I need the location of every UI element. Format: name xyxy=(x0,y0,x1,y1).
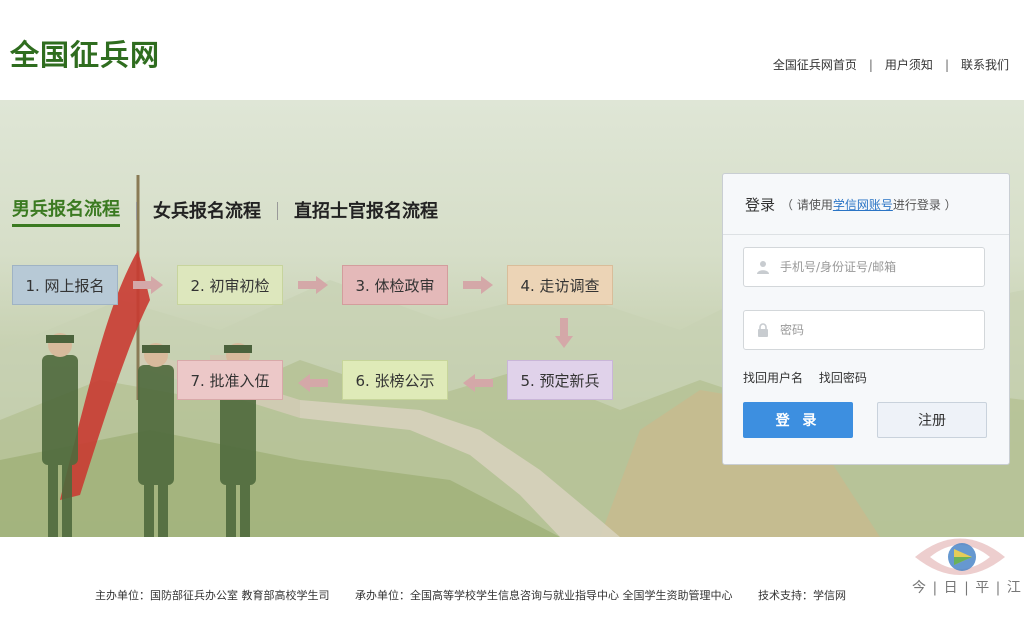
watermark-logo: 今 | 日 | 平 | 江 xyxy=(910,525,1021,605)
footer-credits: 主办单位：国防部征兵办公室 教育部高校学生司 承办单位：全国高等学校学生信息咨询… xyxy=(95,587,868,603)
step-public-notice[interactable]: 6. 张榜公示 xyxy=(342,360,448,400)
step-physical-exam[interactable]: 3. 体检政审 xyxy=(342,265,448,305)
footer-host: 主办单位：国防部征兵办公室 教育部高校学生司 xyxy=(95,589,330,602)
user-icon xyxy=(757,261,769,274)
nav-notice-link[interactable]: 用户须知 xyxy=(885,56,933,73)
lock-icon xyxy=(758,323,768,337)
arrow-right-icon xyxy=(463,276,493,294)
forgot-username-link[interactable]: 找回用户名 xyxy=(743,371,803,385)
forgot-password-link[interactable]: 找回密码 xyxy=(819,371,867,385)
nav-separator: | xyxy=(944,57,949,72)
site-logo[interactable]: 全国征兵网 xyxy=(10,32,160,74)
login-title: 登录 xyxy=(745,195,776,214)
tab-male-process[interactable]: 男兵报名流程 xyxy=(12,195,120,227)
step-preselect-recruit[interactable]: 5. 预定新兵 xyxy=(507,360,613,400)
login-button[interactable]: 登 录 xyxy=(743,402,853,438)
arrow-left-icon xyxy=(298,374,328,392)
tab-divider xyxy=(277,202,278,220)
site-header: 全国征兵网 全国征兵网首页 | 用户须知 | 联系我们 xyxy=(0,0,1024,100)
tab-female-process[interactable]: 女兵报名流程 xyxy=(153,197,261,226)
login-panel: 登录 （ 请使用 学信网账号 进行登录 ） 找回用户名 找回密码 登 录 注册 xyxy=(722,173,1010,465)
arrow-down-icon xyxy=(555,318,573,348)
site-footer: 主办单位：国防部征兵办公室 教育部高校学生司 承办单位：全国高等学校学生信息咨询… xyxy=(0,537,1024,625)
step-initial-review[interactable]: 2. 初审初检 xyxy=(177,265,283,305)
step-online-registration[interactable]: 1. 网上报名 xyxy=(12,265,118,305)
register-button[interactable]: 注册 xyxy=(877,402,987,438)
hero-banner: 男兵报名流程 女兵报名流程 直招士官报名流程 1. 网上报名 2. 初审初检 3… xyxy=(0,100,1024,537)
username-field[interactable] xyxy=(743,247,985,287)
tab-direct-nco-process[interactable]: 直招士官报名流程 xyxy=(294,197,438,226)
nav-home-link[interactable]: 全国征兵网首页 xyxy=(773,56,857,73)
registration-process-tabs: 男兵报名流程 女兵报名流程 直招士官报名流程 xyxy=(12,195,438,227)
step-approve-enlistment[interactable]: 7. 批准入伍 xyxy=(177,360,283,400)
password-field[interactable] xyxy=(743,310,985,350)
footer-tech-support: 技术支持：学信网 xyxy=(758,589,846,602)
recovery-links: 找回用户名 找回密码 xyxy=(743,369,879,386)
xuexin-account-link[interactable]: 学信网账号 xyxy=(833,196,893,213)
footer-organizer: 承办单位：全国高等学校学生信息咨询与就业指导中心 全国学生资助管理中心 xyxy=(355,589,733,602)
nav-contact-link[interactable]: 联系我们 xyxy=(961,56,1009,73)
username-input[interactable] xyxy=(778,259,972,275)
tab-divider xyxy=(136,202,137,220)
login-hint-prefix: （ 请使用 xyxy=(781,197,833,212)
nav-separator: | xyxy=(868,57,873,72)
password-input[interactable] xyxy=(778,322,972,338)
arrow-right-icon xyxy=(298,276,328,294)
login-hint-suffix: 进行登录 ） xyxy=(892,197,957,212)
top-nav: 全国征兵网首页 | 用户须知 | 联系我们 xyxy=(773,56,1009,73)
watermark-text: 今 | 日 | 平 | 江 xyxy=(912,580,1022,596)
arrow-right-icon xyxy=(133,276,163,294)
step-visit-survey[interactable]: 4. 走访调查 xyxy=(507,265,613,305)
login-header: 登录 （ 请使用 学信网账号 进行登录 ） xyxy=(723,174,1009,235)
arrow-left-icon xyxy=(463,374,493,392)
